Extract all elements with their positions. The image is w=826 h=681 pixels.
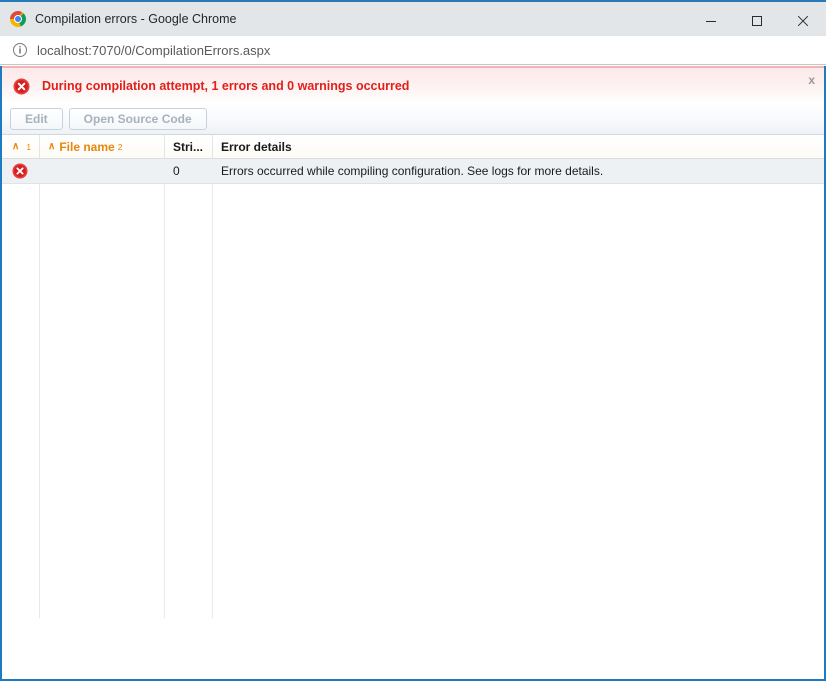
chrome-logo-icon — [10, 11, 26, 27]
window-close-button[interactable] — [780, 4, 826, 38]
sort-ascending-icon: ∧ — [12, 140, 20, 152]
error-banner-message: During compilation attempt, 1 errors and… — [42, 79, 410, 93]
address-bar[interactable]: localhost:7070/0/CompilationErrors.aspx — [0, 36, 826, 65]
column-header-status[interactable]: ∧ 1 — [2, 135, 40, 158]
window-controls — [688, 4, 826, 38]
title-bar: Compilation errors - Google Chrome — [0, 0, 826, 36]
page-info-icon[interactable] — [12, 42, 28, 58]
row-status-cell — [2, 159, 40, 183]
column-separator — [212, 184, 213, 618]
page-content: During compilation attempt, 1 errors and… — [0, 66, 826, 681]
error-circle-icon — [12, 163, 28, 179]
sort-order-index-status: 1 — [26, 141, 32, 152]
column-header-file-name[interactable]: ∧ File name 2 — [40, 135, 165, 158]
column-header-error-details[interactable]: Error details — [213, 135, 824, 158]
column-separator — [164, 184, 165, 618]
row-string-number-cell: 0 — [173, 164, 180, 178]
column-header-file-name-label: File name — [59, 139, 115, 154]
grid-header-row: ∧ 1 ∧ File name 2 Stri... Error details — [2, 135, 824, 159]
action-toolbar: Edit Open Source Code — [2, 104, 824, 135]
grid-empty-area — [2, 184, 824, 618]
maximize-button[interactable] — [734, 4, 780, 38]
error-circle-icon — [13, 78, 30, 95]
sort-ascending-icon: ∧ — [48, 140, 56, 152]
url-text[interactable]: localhost:7070/0/CompilationErrors.aspx — [37, 43, 270, 58]
column-header-string[interactable]: Stri... — [165, 135, 213, 158]
errors-grid: ∧ 1 ∧ File name 2 Stri... Error details — [2, 135, 824, 679]
window-title: Compilation errors - Google Chrome — [35, 11, 237, 26]
minimize-button[interactable] — [688, 4, 734, 38]
banner-dismiss-button[interactable]: x — [808, 74, 815, 86]
sort-order-index-file-name: 2 — [117, 141, 123, 152]
error-banner: During compilation attempt, 1 errors and… — [2, 66, 824, 104]
browser-window: Compilation errors - Google Chrome local… — [0, 0, 826, 681]
table-row[interactable]: 0 Errors occurred while compiling config… — [2, 159, 824, 184]
row-file-name-cell — [40, 159, 165, 183]
open-source-code-button[interactable]: Open Source Code — [68, 108, 207, 130]
column-separator — [39, 184, 40, 618]
edit-button[interactable]: Edit — [10, 108, 63, 130]
row-error-details-cell: Errors occurred while compiling configur… — [221, 164, 604, 178]
